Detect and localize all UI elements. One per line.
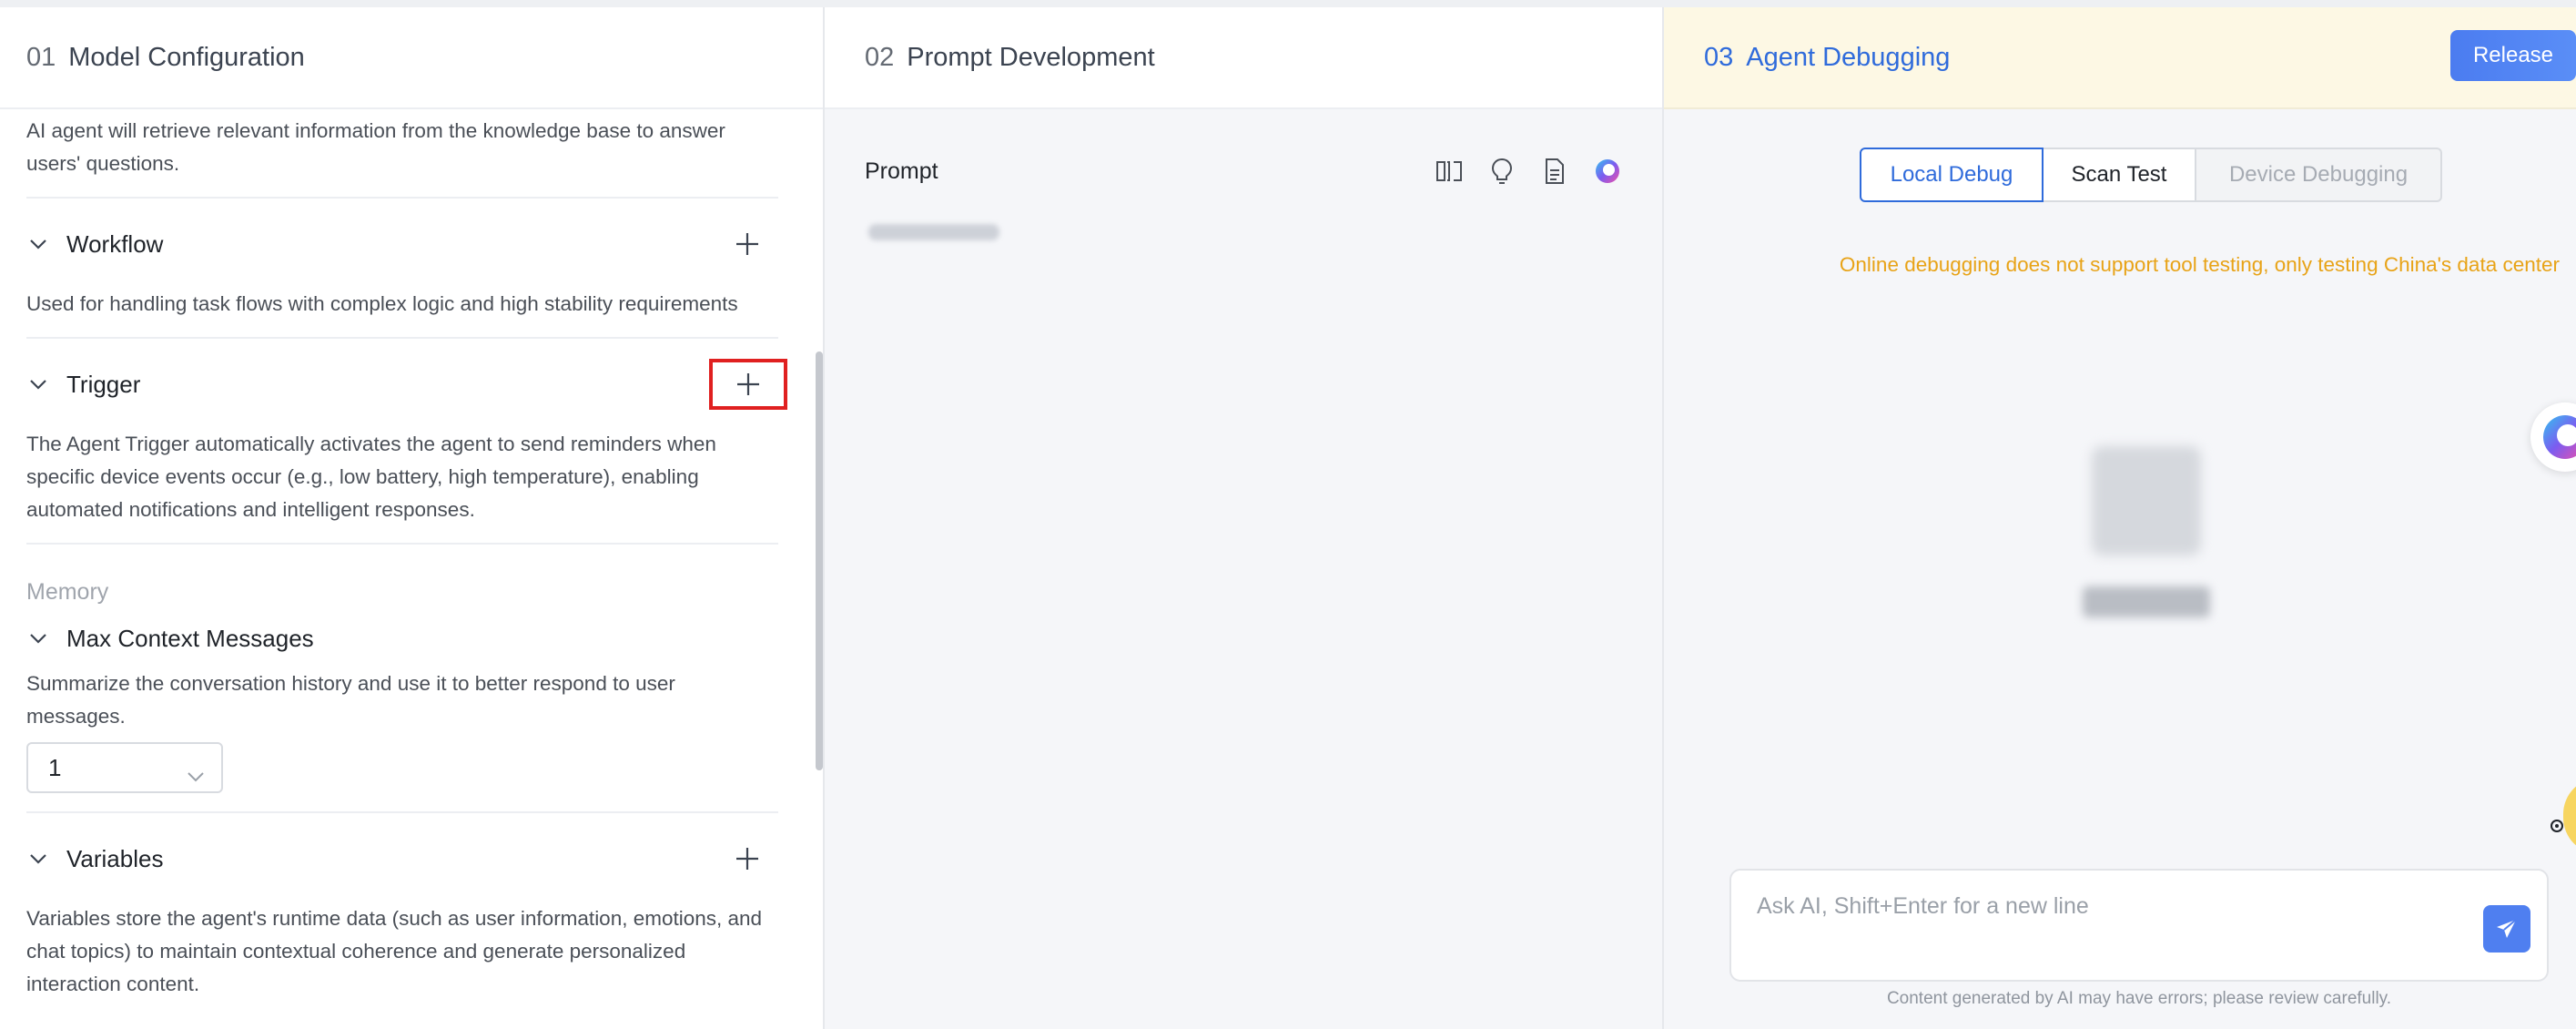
step-title: Agent Debugging [1746,42,1951,72]
ai-disclaimer: Content generated by AI may have errors;… [1886,989,2392,1008]
prompt-development-panel: 02 Prompt Development Prompt [825,7,1664,1029]
floating-ai-button[interactable] [2530,402,2576,472]
workflow-section-header[interactable]: Workflow [26,199,778,290]
step-header-agent-debugging[interactable]: 03 Agent Debugging [1664,7,2576,109]
memory-group-label: Memory [26,579,109,605]
variables-description: Variables store the agent's runtime data… [26,907,763,995]
tab-device-debugging[interactable]: Device Debugging [2196,148,2442,202]
document-icon[interactable] [1540,157,1569,186]
max-context-title: Max Context Messages [66,624,314,652]
trigger-section-header[interactable]: Trigger [26,339,787,430]
max-context-select[interactable]: 1 [26,742,223,793]
step-header-model-configuration[interactable]: 01 Model Configuration [0,7,823,109]
knowledge-description: AI agent will retrieve relevant informat… [26,119,725,175]
chevron-down-icon [187,760,205,789]
agent-avatar [2092,446,2201,555]
step-title: Prompt Development [907,42,1155,72]
add-trigger-button[interactable] [709,359,787,410]
max-context-section-header[interactable]: Max Context Messages [26,611,778,666]
prompt-tools [1435,153,1622,189]
eye-icon[interactable] [2549,818,2565,834]
chat-input-box [1729,869,2549,982]
scrollbar-thumb[interactable] [816,351,823,770]
send-button[interactable] [2483,905,2530,953]
max-context-description: Summarize the conversation history and u… [26,672,675,728]
chat-input[interactable] [1757,891,2467,922]
debug-warning-text: Online debugging does not support tool t… [1839,253,2560,276]
tab-scan-test[interactable]: Scan Test [2044,148,2196,202]
debug-mode-tabs: Local Debug Scan Test Device Debugging [1860,148,2442,202]
add-variable-button[interactable] [725,837,769,881]
step-number: 03 [1704,42,1734,72]
model-configuration-panel: 01 Model Configuration AI agent will ret… [0,7,825,1029]
split-view-icon[interactable] [1435,157,1464,186]
prompt-label: Prompt [865,158,938,184]
variables-title: Variables [66,844,164,872]
release-button[interactable]: Release [2450,30,2576,81]
agent-debugging-panel: 03 Agent Debugging Release Local Debug S… [1664,7,2576,1029]
add-workflow-button[interactable] [725,222,769,266]
page: 01 Model Configuration AI agent will ret… [0,0,2576,1029]
trigger-title: Trigger [66,370,141,398]
step-header-prompt-development[interactable]: 02 Prompt Development [825,7,1662,109]
lightbulb-icon[interactable] [1487,157,1516,186]
send-icon [2497,919,2517,938]
variables-section-header[interactable]: Variables [26,813,778,904]
divider [26,543,778,545]
prompt-content-blurred[interactable] [868,224,999,240]
step-number: 02 [865,42,895,72]
trigger-description: The Agent Trigger automatically activate… [26,433,716,521]
prompt-toolbar: Prompt [865,153,1622,189]
chevron-down-icon[interactable] [28,849,48,869]
ai-logo-icon [2543,415,2576,459]
agent-name-blurred [2083,586,2210,617]
workflow-description: Used for handling task flows with comple… [26,292,738,315]
config-content: AI agent will retrieve relevant informat… [26,109,787,1001]
tab-local-debug[interactable]: Local Debug [1860,148,2044,202]
chevron-down-icon[interactable] [28,628,48,648]
step-number: 01 [26,42,56,72]
workflow-title: Workflow [66,229,164,258]
step-title: Model Configuration [68,42,305,72]
ai-assistant-icon[interactable] [1593,157,1622,186]
top-strip [0,0,2576,7]
chevron-down-icon[interactable] [28,234,48,254]
floating-helper-widget[interactable] [2563,778,2576,854]
max-context-value: 1 [48,753,62,781]
chevron-down-icon[interactable] [28,374,48,394]
